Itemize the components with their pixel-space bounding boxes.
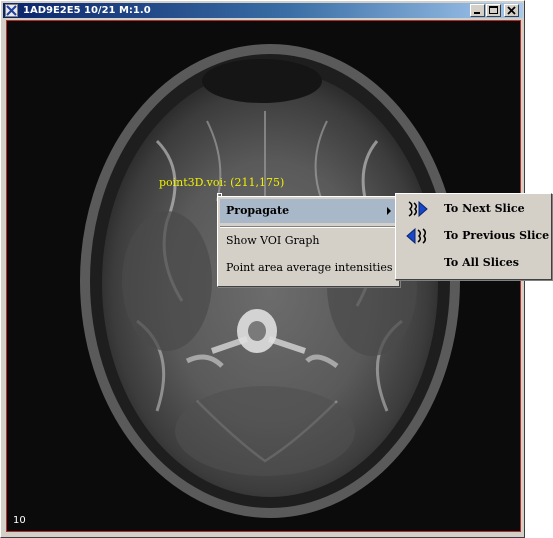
app-icon[interactable] [5, 4, 18, 17]
menu-item-show-voi-graph[interactable]: Show VOI Graph [220, 229, 397, 253]
window-title: 1AD9E2E5 10/21 M:1.0 [23, 5, 151, 16]
submenu-item-previous-slice[interactable]: To Previous Slice [398, 224, 549, 248]
menu-separator [220, 226, 397, 228]
minimize-icon [474, 12, 480, 14]
previous-slice-icon [406, 227, 428, 245]
minimize-button[interactable] [470, 4, 485, 17]
voi-label: point3D.voi: (211,175) [159, 176, 285, 189]
voi-context-menu: Propagate Show VOI Graph Point area aver… [217, 196, 400, 287]
submenu-item-label: To Next Slice [444, 202, 525, 215]
propagate-submenu: To Next Slice To Previous Slice To All S… [395, 193, 552, 280]
maximize-icon [489, 6, 498, 14]
menu-item-propagate[interactable]: Propagate [220, 199, 397, 223]
menu-item-point-area-average[interactable]: Point area average intensities [220, 256, 397, 280]
menu-item-label: Show VOI Graph [226, 234, 320, 247]
submenu-item-next-slice[interactable]: To Next Slice [398, 197, 549, 221]
maximize-button[interactable] [486, 4, 501, 17]
submenu-item-all-slices[interactable]: To All Slices [398, 251, 549, 275]
title-bar[interactable]: 1AD9E2E5 10/21 M:1.0 [3, 3, 523, 18]
menu-item-label: Point area average intensities [226, 261, 393, 274]
next-slice-icon [406, 200, 428, 218]
close-button[interactable] [504, 4, 519, 17]
menu-item-label: Propagate [226, 204, 290, 217]
submenu-item-label: To Previous Slice [444, 229, 550, 242]
submenu-arrow-icon [387, 207, 391, 215]
slice-number: 10 [13, 515, 26, 526]
close-icon [507, 6, 516, 15]
submenu-item-label: To All Slices [444, 256, 520, 269]
